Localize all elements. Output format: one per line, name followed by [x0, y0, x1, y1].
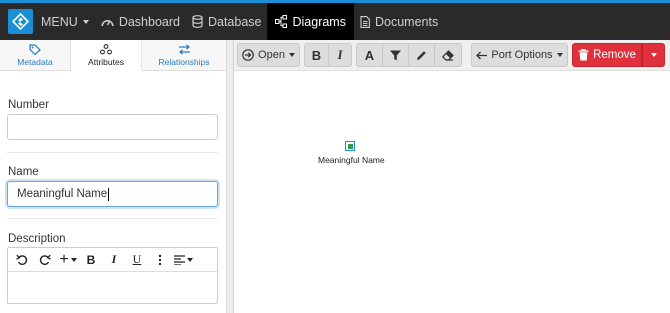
diagram-icon — [275, 15, 288, 28]
top-navbar: MENU Dashboard Database Diagrams Documen… — [0, 0, 670, 40]
chevron-down-icon — [187, 257, 193, 262]
panel-splitter[interactable] — [226, 40, 234, 313]
open-button[interactable]: Open — [237, 43, 300, 67]
diagram-canvas[interactable]: Meaningful Name — [234, 71, 670, 313]
nav-item-documents[interactable]: Documents — [354, 3, 444, 40]
properties-panel: Metadata Attributes Relationships Number… — [0, 40, 226, 313]
chevron-down-icon — [556, 53, 563, 57]
nav-item-label: Database — [207, 14, 262, 29]
tab-relationships[interactable]: Relationships — [142, 40, 226, 70]
chevron-down-icon — [650, 53, 657, 57]
italic-button[interactable]: I — [328, 43, 352, 67]
redo-button[interactable] — [36, 250, 54, 270]
attributes-icon — [100, 43, 112, 54]
tab-attributes[interactable]: Attributes — [71, 40, 142, 71]
nav-item-label: Diagrams — [292, 14, 346, 29]
arrow-circle-right-icon — [242, 49, 254, 61]
chevron-down-icon — [70, 257, 77, 262]
remove-label: Remove — [593, 49, 636, 61]
undo-icon — [16, 254, 28, 265]
align-button[interactable] — [174, 250, 193, 270]
node-label: Meaningful Name — [318, 155, 385, 165]
tag-icon — [29, 43, 41, 55]
diagram-node[interactable] — [345, 141, 355, 151]
number-label: Number — [8, 99, 49, 111]
bold-button[interactable]: B — [304, 43, 328, 67]
tab-label: Metadata — [17, 56, 53, 67]
italic-button[interactable]: I — [105, 250, 123, 270]
nav-item-diagrams[interactable]: Diagrams — [267, 3, 354, 40]
app-logo[interactable] — [5, 3, 35, 40]
pencil-button[interactable] — [408, 43, 434, 67]
chevron-down-icon — [288, 53, 295, 57]
editor-toolbar: + B I U — [8, 248, 217, 272]
redo-icon — [39, 254, 51, 265]
text-cursor — [108, 187, 110, 201]
underline-button[interactable]: U — [128, 250, 146, 270]
number-field[interactable] — [7, 114, 218, 140]
eraser-button[interactable] — [434, 43, 462, 67]
name-value: Meaningful Name — [17, 188, 108, 200]
nav-item-database[interactable]: Database — [186, 3, 268, 40]
database-icon — [192, 15, 203, 28]
description-editor[interactable]: + B I U — [7, 247, 218, 304]
filter-button[interactable] — [382, 43, 408, 67]
nav-item-label: Documents — [374, 14, 439, 29]
divider — [7, 218, 218, 219]
nav-item-label: Dashboard — [118, 14, 180, 29]
undo-button[interactable] — [13, 250, 31, 270]
diagram-toolbar: Open B I A Port Options Remove — [234, 40, 670, 71]
dashboard-icon — [101, 20, 114, 27]
divider — [7, 152, 218, 153]
tab-metadata[interactable]: Metadata — [0, 40, 71, 70]
arrow-left-icon — [476, 51, 488, 59]
menu-dropdown[interactable]: MENU — [35, 3, 95, 40]
port-options-label: Port Options — [491, 49, 553, 61]
remove-dropdown-toggle[interactable] — [642, 43, 665, 67]
port-options-button[interactable]: Port Options — [471, 43, 568, 67]
bold-button[interactable]: B — [82, 250, 100, 270]
more-button[interactable] — [151, 250, 169, 270]
font-button[interactable]: A — [356, 43, 382, 67]
chevron-down-icon — [82, 19, 89, 24]
eraser-icon — [442, 49, 454, 61]
swap-arrows-icon — [178, 43, 190, 55]
nav-item-dashboard[interactable]: Dashboard — [95, 3, 186, 40]
plus-icon: + — [59, 250, 69, 268]
document-icon — [360, 15, 370, 28]
open-label: Open — [258, 49, 285, 61]
filter-icon — [390, 50, 401, 60]
tab-label: Attributes — [88, 56, 124, 67]
align-left-icon — [174, 254, 185, 265]
name-label: Name — [8, 166, 39, 178]
pencil-icon — [417, 50, 426, 60]
remove-button[interactable]: Remove — [572, 43, 642, 67]
more-vertical-icon — [158, 254, 162, 265]
insert-button[interactable]: + — [59, 250, 77, 270]
tab-label: Relationships — [158, 56, 210, 67]
node-marker — [347, 143, 353, 149]
menu-label: MENU — [41, 14, 78, 29]
trash-icon — [578, 49, 589, 61]
logo-icon — [7, 9, 33, 34]
name-field[interactable]: Meaningful Name — [7, 181, 218, 207]
description-label: Description — [8, 233, 66, 245]
panel-tabs: Metadata Attributes Relationships — [0, 40, 226, 71]
